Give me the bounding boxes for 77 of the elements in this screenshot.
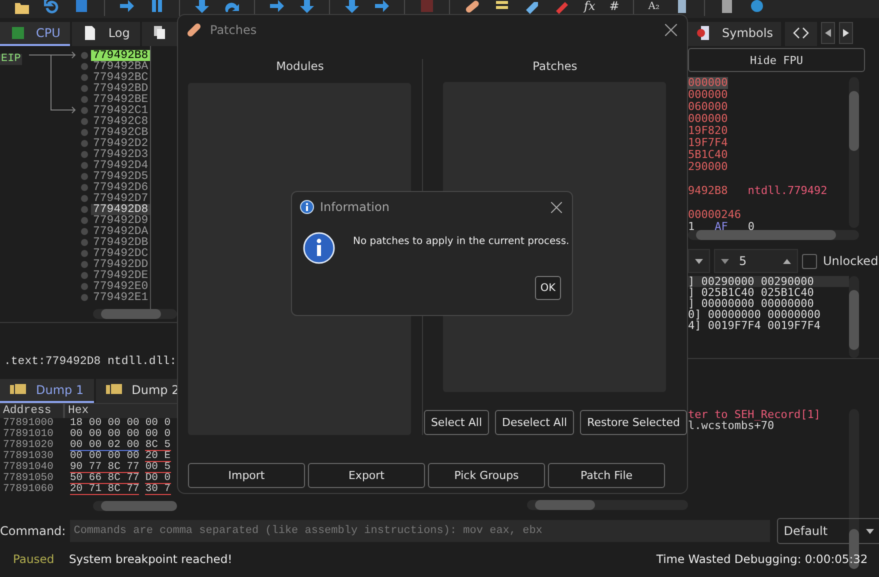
hex-cell: 00 00 00 00 <box>70 451 140 462</box>
address-cell-text: 77891010 <box>2 429 54 440</box>
address-cell-text: 77891040 <box>2 462 54 473</box>
stack-row-text: ] 00000000 00000000 <box>688 298 814 309</box>
register-value: 9492B8 <box>688 185 728 197</box>
hex-cell: 50 66 8C 77 <box>70 473 140 484</box>
address-cell-text: 779492DC <box>92 248 150 259</box>
log-line: ter to SEH_Record[1] <box>688 409 822 420</box>
register-value: ntdll.779492 <box>748 185 828 197</box>
hex-cell: 00 0 <box>145 418 171 429</box>
address-cell: 779492B8 <box>91 50 150 61</box>
address-cell-text: 77891020 <box>2 440 54 451</box>
address-cell-text: 779492DB <box>92 237 150 248</box>
address-cell-text: 779492D9 <box>92 215 150 226</box>
hex-cell: 00 00 02 00 <box>70 440 140 451</box>
hex-cell: 00 5 <box>145 462 171 473</box>
register-value: 5B1C40 <box>688 149 728 161</box>
address-cell-text: 779492BA <box>92 61 150 72</box>
hex-cell: 20 E <box>145 451 171 462</box>
address-cell-text: 77891060 <box>2 484 54 495</box>
hex-cell: 90 77 8C 77 <box>70 462 140 473</box>
register-value: 19F7F4 <box>688 137 728 149</box>
address-cell: 779492D8 <box>91 204 150 215</box>
register-value: 0 <box>748 221 754 233</box>
address-cell-text: 779492D4 <box>92 160 150 171</box>
register-value: 290000 <box>688 161 728 173</box>
stack-row-text: 4] 0019F7F4 0019F7F4 <box>688 320 822 331</box>
address-cell-text: 779492D3 <box>92 149 150 160</box>
address-cell-text: 779492BD <box>92 83 150 94</box>
address-cell-text: 77891050 <box>2 473 54 484</box>
dialog-title: Information <box>320 200 390 214</box>
address-cell-text: 77891000 <box>2 418 54 429</box>
register-value: AF <box>714 221 728 233</box>
hex-cell: 8C 5 <box>145 440 171 451</box>
register-value: 060000 <box>688 101 728 113</box>
address-cell-text: 779492D2 <box>92 138 150 149</box>
address-cell-text: 779492E1 <box>92 292 150 303</box>
address-cell-text: 779492C8 <box>92 116 150 127</box>
register-value: 000000 <box>688 113 728 125</box>
hex-cell: 20 71 8C 77 <box>70 484 140 495</box>
address-cell-text: 77891030 <box>2 451 54 462</box>
checkbox-label: Unlocked <box>823 254 878 268</box>
address-info: .text:779492D8 ntdll.dll: <box>3 355 177 368</box>
status-message: System breakpoint reached! <box>69 552 232 566</box>
address-cell-text: 779492BC <box>92 72 150 83</box>
hex-cell: 00 00 00 00 <box>70 429 140 440</box>
address-cell-text: 779492BE <box>92 94 150 105</box>
hex-cell: 30 7 <box>145 484 171 495</box>
log-line: l.wcstombs+70 <box>688 420 774 431</box>
register-value: 19F820 <box>688 125 728 137</box>
eip-label: EIP <box>0 54 22 65</box>
hex-cell: 00 0 <box>145 429 171 440</box>
stack-row-text: ] 025B1C40 025B1C40 <box>688 287 815 298</box>
address-cell-text: 779492D5 <box>92 171 150 182</box>
address-cell-text: 779492DA <box>92 226 150 237</box>
command-label: Command: <box>0 524 66 538</box>
dialog-title: Patches <box>210 23 257 37</box>
debug-state: Paused <box>12 552 56 566</box>
time-counter: Time Wasted Debugging: 0:00:05:32 <box>656 552 868 566</box>
register-value: 000000 <box>688 89 728 101</box>
list-heading: Modules <box>276 59 324 75</box>
list-heading: Patches <box>532 59 578 75</box>
address-cell-text: 779492D6 <box>92 182 150 193</box>
address-cell-text: 779492DD <box>92 259 150 270</box>
address-cell-text: 779492E0 <box>92 281 150 292</box>
stack-row-text: 0] 00000000 00000000 <box>688 309 822 320</box>
address-cell-text: 779492D7 <box>92 193 150 204</box>
register-value: 00000246 <box>688 209 741 221</box>
stack-row: ] 00290000 00290000 <box>688 276 849 287</box>
address-cell-text: 779492DE <box>92 270 150 281</box>
hex-cell: D0 0 <box>145 473 171 484</box>
address-cell-text: 779492C1 <box>92 105 150 116</box>
address-cell-text: 779492CB <box>92 127 150 138</box>
info-message: No patches to apply in the current process. <box>353 236 570 247</box>
register-value: 000000 <box>688 77 728 89</box>
register-value: 1 <box>688 221 695 233</box>
hex-cell: 18 00 00 00 <box>70 418 140 429</box>
